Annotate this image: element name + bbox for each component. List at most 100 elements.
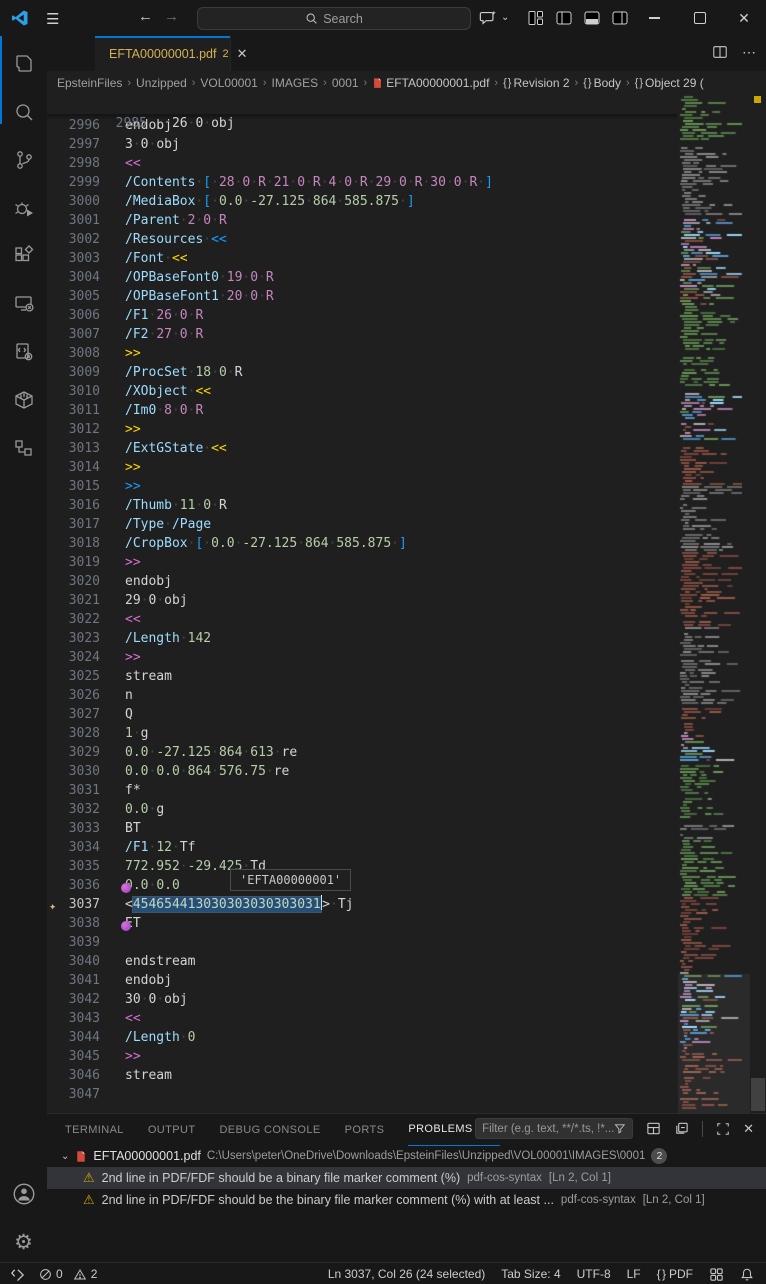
editor-layout-icon[interactable] (527, 9, 545, 27)
code-line[interactable]: 30320.0·g (47, 800, 164, 819)
code-line[interactable]: 302129·0·obj (47, 591, 188, 610)
problem-row[interactable]: ⚠2nd line in PDF/FDF should be the binar… (47, 1189, 766, 1211)
code-line[interactable]: 3045>> (47, 1047, 141, 1066)
search-input[interactable]: Search (197, 7, 471, 30)
breadcrumb-item[interactable]: Unzipped (136, 76, 187, 90)
tab-efta00000001-pdf[interactable]: EFTA00000001.pdf 2 ✕ (95, 36, 231, 71)
overview-ruler[interactable] (750, 94, 766, 1113)
dev-container-config-icon[interactable] (0, 332, 47, 372)
scrollbar-slider[interactable] (751, 1078, 765, 1111)
code-line[interactable]: 2999/Contents·[·28·0·R·21·0·R·4·0·R·29·0… (47, 173, 493, 192)
remote-explorer-icon[interactable] (0, 284, 47, 324)
maximize-button[interactable] (678, 0, 722, 36)
code-line[interactable]: 3019>> (47, 553, 141, 572)
minimap-slider[interactable] (678, 974, 750, 1113)
toggle-panel-icon[interactable] (583, 9, 601, 27)
panel-tab-terminal[interactable]: TERMINAL (65, 1114, 124, 1145)
problem-row[interactable]: ⚠2nd line in PDF/FDF should be a binary … (47, 1167, 766, 1189)
extensions-icon[interactable] (0, 236, 47, 276)
breadcrumb-item[interactable]: 0001 (332, 76, 359, 90)
code-line[interactable]: 3046stream (47, 1066, 172, 1085)
code-line[interactable]: 3041endobj (47, 971, 172, 990)
problems-filter-input[interactable]: Filter (e.g. text, **/*.ts, !*... (475, 1118, 633, 1139)
code-line[interactable]: 3047 (47, 1085, 125, 1104)
panel-tab-output[interactable]: OUTPUT (148, 1114, 196, 1145)
grid-status-icon[interactable] (709, 1267, 724, 1282)
breadcrumb-item[interactable]: VOL00001 (200, 76, 257, 90)
breadcrumb-item[interactable]: { }Revision 2 (503, 76, 569, 90)
breadcrumb-item[interactable]: IMAGES (271, 76, 318, 90)
encoding-status[interactable]: UTF-8 (577, 1267, 611, 1281)
code-line[interactable]: 3003/Font·<< (47, 249, 188, 268)
hierarchy-icon[interactable] (0, 428, 47, 468)
code-line[interactable]: 3010/XObject·<< (47, 382, 211, 401)
breadcrumb-item[interactable]: EpsteinFiles (57, 76, 122, 90)
code-line[interactable]: 3000/MediaBox·[·0.0·-27.125·864·585.875·… (47, 192, 415, 211)
back-arrow-icon[interactable]: ← (138, 8, 153, 25)
notifications-bell-icon[interactable] (740, 1267, 754, 1282)
copilot-chat-icon[interactable] (479, 9, 497, 27)
code-line[interactable]: 30360.0·0.0 (47, 876, 180, 895)
code-line[interactable]: 3014>> (47, 458, 141, 477)
code-line[interactable]: 3039 (47, 933, 125, 952)
close-window-button[interactable]: ✕ (722, 0, 766, 36)
code-line[interactable]: 2998<< (47, 154, 141, 173)
code-line[interactable]: 304230·0·obj (47, 990, 188, 1009)
problems-file-row[interactable]: ⌄ EFTA00000001.pdf C:\Users\peter\OneDri… (47, 1145, 766, 1167)
code-line[interactable]: 3025stream (47, 667, 172, 686)
code-line[interactable]: 3006/F1·26·0·R (47, 306, 203, 325)
code-line[interactable]: 3026n (47, 686, 133, 705)
code-line[interactable]: 3002/Resources·<< (47, 230, 227, 249)
code-line[interactable]: 3027Q (47, 705, 133, 724)
forward-arrow-icon[interactable]: → (164, 8, 179, 25)
breadcrumb-item[interactable]: { }Body (583, 76, 621, 90)
sticky-scroll-line[interactable]: 298526·0·obj (47, 94, 678, 114)
code-line[interactable]: 3013/ExtGState·<< (47, 439, 227, 458)
code-line[interactable]: 3005/OPBaseFont1·20·0·R (47, 287, 274, 306)
split-editor-icon[interactable] (712, 44, 728, 60)
view-as-table-icon[interactable] (646, 1121, 661, 1136)
docker-container-icon[interactable] (0, 380, 47, 420)
code-line[interactable]: 3018/CropBox·[·0.0·-27.125·864·585.875·] (47, 534, 407, 553)
code-line[interactable]: 3001/Parent·2·0·R (47, 211, 227, 230)
tab-close-icon[interactable]: ✕ (237, 46, 248, 62)
source-control-icon[interactable] (0, 140, 47, 180)
code-line[interactable]: 3009/ProcSet·18·0·R (47, 363, 242, 382)
toggle-secondary-sidebar-icon[interactable] (611, 9, 629, 27)
tab-size-status[interactable]: Tab Size: 4 (501, 1267, 560, 1281)
code-line[interactable]: 3020endobj (47, 572, 172, 591)
code-line[interactable]: 3024>> (47, 648, 141, 667)
panel-tab-debug-console[interactable]: DEBUG CONSOLE (219, 1114, 320, 1145)
code-line[interactable]: 3011/Im0·8·0·R (47, 401, 203, 420)
remote-indicator-icon[interactable] (10, 1267, 25, 1282)
menu-icon[interactable]: ☰ (46, 10, 59, 28)
code-action-sparkle-icon[interactable]: ✦ (49, 897, 63, 916)
code-line[interactable]: 3044/Length·0 (47, 1028, 195, 1047)
code-line[interactable]: 30290.0·-27.125·864·613·re (47, 743, 297, 762)
minimap[interactable] (678, 94, 750, 1113)
language-mode-status[interactable]: { } PDF (657, 1267, 693, 1281)
search-view-icon[interactable] (0, 92, 47, 132)
code-line[interactable]: 3043<< (47, 1009, 141, 1028)
minimize-button[interactable] (632, 0, 676, 36)
code-line[interactable]: 3023/Length·142 (47, 629, 211, 648)
code-line[interactable]: 3008>> (47, 344, 141, 363)
run-debug-icon[interactable] (0, 188, 47, 228)
collapse-all-icon[interactable] (674, 1121, 689, 1136)
breadcrumb-item[interactable]: { }Object 29 ( (635, 76, 704, 90)
code-line[interactable]: 3034/F1·12·Tf (47, 838, 195, 857)
code-line[interactable]: 3004/OPBaseFont0·19·0·R (47, 268, 274, 287)
settings-gear-icon[interactable]: ⚙ (0, 1222, 47, 1262)
toggle-sidebar-icon[interactable] (555, 9, 573, 27)
code-line[interactable]: 3033BT (47, 819, 141, 838)
explorer-icon[interactable] (0, 44, 47, 84)
chevron-down-icon[interactable]: ⌄ (501, 12, 519, 30)
close-panel-icon[interactable]: ✕ (743, 1121, 754, 1137)
code-line[interactable]: 3037<454654413030303030303031>·Tj✦ (47, 895, 353, 914)
code-line[interactable]: 3017/Type·/Page (47, 515, 211, 534)
code-line[interactable]: 3012>> (47, 420, 141, 439)
code-line[interactable]: 3031f* (47, 781, 141, 800)
code-line[interactable]: 3022<< (47, 610, 141, 629)
code-line[interactable]: 30281·g (47, 724, 148, 743)
code-line[interactable]: 3015>> (47, 477, 141, 496)
